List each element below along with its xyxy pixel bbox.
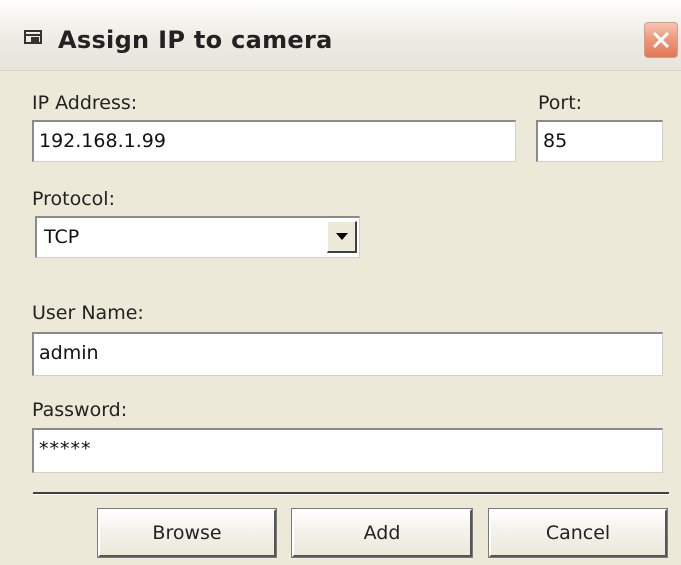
port-input[interactable]: 85 bbox=[536, 120, 663, 162]
user-name-label: User Name: bbox=[32, 302, 144, 324]
protocol-select[interactable]: TCP bbox=[35, 216, 360, 258]
browse-button[interactable]: Browse bbox=[97, 508, 277, 558]
protocol-label: Protocol: bbox=[32, 188, 115, 210]
password-input[interactable]: ***** bbox=[32, 428, 663, 473]
assign-ip-dialog: Assign IP to camera IP Address: 192.168.… bbox=[0, 0, 681, 565]
protocol-dropdown-button[interactable] bbox=[327, 221, 357, 253]
add-button[interactable]: Add bbox=[291, 508, 473, 558]
ip-address-label: IP Address: bbox=[32, 92, 138, 114]
password-label: Password: bbox=[32, 399, 128, 421]
ip-address-input[interactable]: 192.168.1.99 bbox=[32, 120, 516, 162]
port-label: Port: bbox=[538, 92, 583, 114]
cancel-button[interactable]: Cancel bbox=[488, 508, 668, 558]
window-icon bbox=[24, 29, 42, 44]
window-title: Assign IP to camera bbox=[58, 26, 333, 54]
separator bbox=[33, 492, 669, 495]
protocol-selected-value: TCP bbox=[44, 226, 80, 248]
user-name-input[interactable]: admin bbox=[32, 332, 663, 376]
close-button[interactable] bbox=[644, 22, 678, 58]
title-bar[interactable]: Assign IP to camera bbox=[0, 0, 681, 71]
